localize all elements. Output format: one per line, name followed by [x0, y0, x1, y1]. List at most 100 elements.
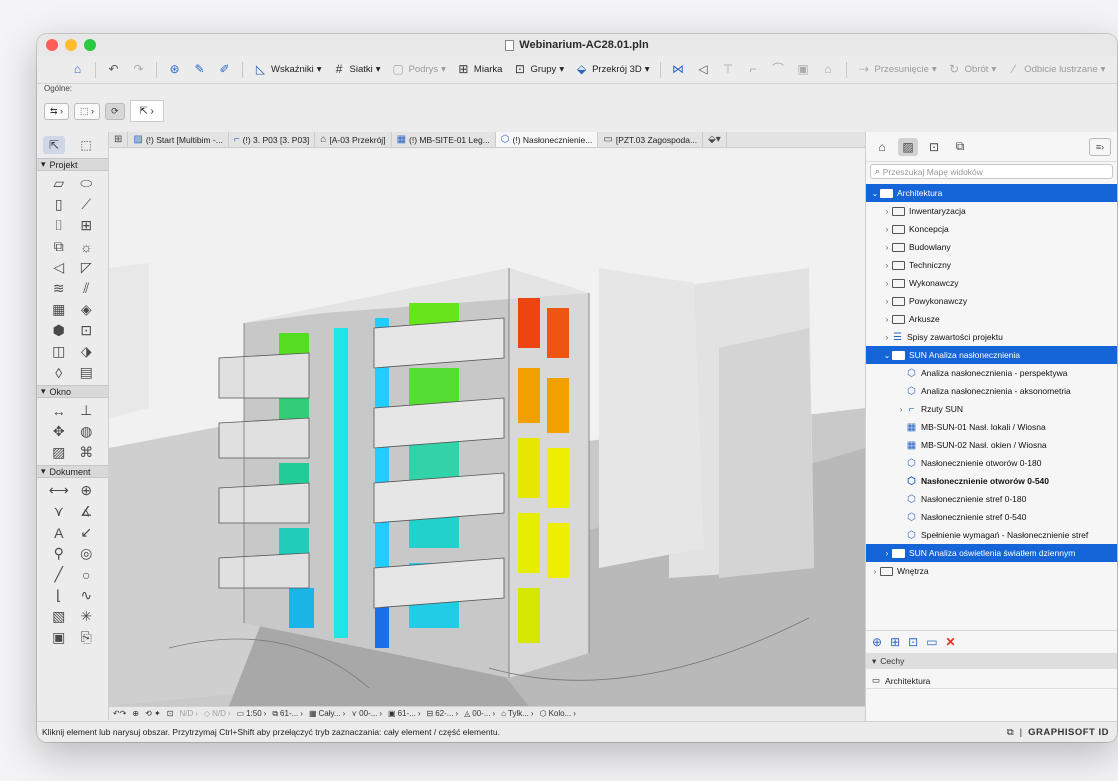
- tree-item-stref-540[interactable]: ⬡ Nasłonecznienie stref 0-540: [866, 508, 1117, 526]
- adjust-button[interactable]: ◁: [693, 60, 714, 79]
- tree-item-aksonometria[interactable]: ⬡ Analiza nasłonecznienia - aksonometria: [866, 382, 1117, 400]
- display-field[interactable]: ⌂ Tylk... ›: [501, 709, 533, 718]
- tree-item-spisy[interactable]: › ☰ Spisy zawartości projektu: [866, 328, 1117, 346]
- grids-dropdown[interactable]: # Siatki ▾: [329, 60, 384, 79]
- sun-tool-icon[interactable]: ◍: [73, 421, 101, 442]
- tree-item-mb-sun-02[interactable]: ▦ MB-SUN-02 Nasł. okien / Wiosna: [866, 436, 1117, 454]
- radial-dimension-icon[interactable]: ⋎: [45, 501, 73, 522]
- column-tool-icon[interactable]: ▯: [45, 194, 73, 215]
- roof-tool-icon[interactable]: ◁: [45, 257, 73, 278]
- maximize-button[interactable]: [84, 39, 96, 51]
- tree-item-powykonawczy[interactable]: › Powykonawczy: [866, 292, 1117, 310]
- roof-trim-button[interactable]: ⌂: [818, 60, 839, 79]
- lamp-tool-icon[interactable]: ☼: [73, 236, 101, 257]
- info-pick-button[interactable]: ⊛: [164, 60, 185, 79]
- new-view-icon[interactable]: ⊕: [872, 635, 882, 649]
- graphisoft-id[interactable]: ⧉ | GRAPHISOFT ID: [1007, 727, 1109, 738]
- door-tool-icon[interactable]: ⌷: [45, 215, 73, 236]
- project-map-icon[interactable]: ⌂: [872, 138, 892, 156]
- tab-overview[interactable]: ⊞: [109, 132, 129, 147]
- fill-tool-icon[interactable]: ▧: [45, 606, 73, 627]
- tab-mb-site[interactable]: ▦ (!) MB-SITE-01 Leg...: [392, 132, 496, 147]
- shell-tool-icon[interactable]: ◸: [73, 257, 101, 278]
- railing-tool-icon[interactable]: ⫽: [73, 278, 101, 299]
- new-folder-icon[interactable]: ⊡: [908, 635, 918, 649]
- settings-icon[interactable]: ▭: [926, 635, 937, 649]
- arrow-tool-button[interactable]: ⇱ ›: [129, 100, 164, 122]
- navigator-search[interactable]: ⌕ Przeszukaj Mapę widoków: [870, 164, 1113, 179]
- text-tool-icon[interactable]: A: [45, 522, 73, 543]
- polyline-tool-icon[interactable]: ⌊: [45, 585, 73, 606]
- redo-button[interactable]: ↷: [128, 60, 149, 79]
- color-field[interactable]: ⬡ Kolo... ›: [540, 709, 576, 718]
- angle-icon[interactable]: ∡: [73, 501, 101, 522]
- model-view-field[interactable]: ▦ Cały... ›: [309, 709, 345, 718]
- building-3d-model[interactable]: [109, 148, 865, 706]
- home-button[interactable]: ⌂: [67, 60, 88, 79]
- tree-item-koncepcja[interactable]: › Koncepcja: [866, 220, 1117, 238]
- hotspot-tool-icon[interactable]: ✳: [73, 606, 101, 627]
- image-tool-icon[interactable]: ▨: [45, 442, 73, 463]
- layer-combo-button[interactable]: ⇆ ›: [44, 102, 70, 120]
- tree-item-rzuty-sun[interactable]: › ⌐ Rzuty SUN: [866, 400, 1117, 418]
- camera-tool-icon[interactable]: ✥: [45, 421, 73, 442]
- render-tool-icon[interactable]: ⌘: [73, 442, 101, 463]
- close-button[interactable]: [46, 39, 58, 51]
- graphic-override-field[interactable]: ▣ 61-... ›: [388, 709, 420, 718]
- beam-tool-icon[interactable]: ⟋: [73, 194, 101, 215]
- eyedropper-button[interactable]: ✎: [189, 60, 210, 79]
- delete-icon[interactable]: ✕: [946, 635, 956, 649]
- nd-field-2[interactable]: ◇ N/D ›: [204, 709, 231, 718]
- tab-p03[interactable]: ⌐ (!) 3. P03 [3. P03]: [229, 132, 316, 147]
- structure-field[interactable]: ◬ 00-... ›: [464, 709, 495, 718]
- floor-trace-button[interactable]: ▢ Podrys ▾: [388, 60, 449, 79]
- orbit-button[interactable]: ⟳: [105, 102, 125, 120]
- tree-item-budowlany[interactable]: › Budowlany: [866, 238, 1117, 256]
- window-tool-icon[interactable]: ⊞: [73, 215, 101, 236]
- tab-start[interactable]: ▨ (!) Start [Multibim -...: [128, 132, 229, 147]
- orbit-nav-button[interactable]: ⟲ ✦: [145, 709, 161, 718]
- undo-view-button[interactable]: ↶↷: [113, 709, 126, 718]
- trim-button[interactable]: ⊤: [718, 60, 739, 79]
- linear-dimension-icon[interactable]: ⟷: [45, 480, 73, 501]
- drawing-tool-icon[interactable]: ⎘: [73, 627, 101, 648]
- syringe-button[interactable]: ✐: [214, 60, 235, 79]
- rotate-dropdown[interactable]: ↻ Obrót ▾: [944, 60, 1000, 79]
- stair-tool-icon[interactable]: ≋: [45, 278, 73, 299]
- pen-set-field[interactable]: ⋎ 00-... ›: [351, 709, 382, 718]
- properties-header[interactable]: ▾ Cechy: [866, 653, 1117, 669]
- mesh-tool-icon[interactable]: ◈: [73, 299, 101, 320]
- tree-item-architektura[interactable]: ⌄ Architektura: [866, 184, 1117, 202]
- offset-button[interactable]: ▣: [793, 60, 814, 79]
- nd-field-1[interactable]: N/D ›: [179, 709, 197, 718]
- renovation-field[interactable]: ⊟ 62-... ›: [427, 709, 459, 718]
- wall-end-tool-icon[interactable]: ▤: [73, 362, 101, 383]
- zone-tool-icon[interactable]: ⊡: [73, 320, 101, 341]
- tree-item-arkusze[interactable]: › Arkusze: [866, 310, 1117, 328]
- fit-button[interactable]: ⊡: [167, 709, 174, 718]
- tree-item-techniczny[interactable]: › Techniczny: [866, 256, 1117, 274]
- tree-item-inwentaryzacja[interactable]: › Inwentaryzacja: [866, 202, 1117, 220]
- object-tool-icon[interactable]: ⧉: [45, 236, 73, 257]
- dimension-tool-icon[interactable]: ↔: [45, 400, 73, 421]
- guides-dropdown[interactable]: ◺ Wskaźniki ▾: [250, 60, 325, 79]
- arrow-tool-icon[interactable]: ⇱: [43, 136, 65, 154]
- label-tool-icon[interactable]: ↙: [73, 522, 101, 543]
- level-dim-tool-icon[interactable]: ⊥: [73, 400, 101, 421]
- slab-tool-icon[interactable]: ⬭: [73, 173, 101, 194]
- tab-pzt[interactable]: ▭ [PZT.03 Zagospoda...: [598, 132, 704, 147]
- tree-item-perspektywa[interactable]: ⬡ Analiza nasłonecznienia - perspektywa: [866, 364, 1117, 382]
- angle-dimension-icon[interactable]: ⊕: [73, 480, 101, 501]
- move-dropdown[interactable]: ⇢ Przesunięcie ▾: [854, 60, 940, 79]
- tree-item-stref-180[interactable]: ⬡ Nasłonecznienie stref 0-180: [866, 490, 1117, 508]
- circle-tool-icon[interactable]: ○: [73, 564, 101, 585]
- marquee-tool-icon[interactable]: ⬚: [75, 136, 97, 154]
- figure-tool-icon[interactable]: ▣: [45, 627, 73, 648]
- view-map-icon[interactable]: ▨: [898, 137, 918, 156]
- groups-dropdown[interactable]: ⊡ Grupy ▾: [509, 60, 567, 79]
- marker-tool-icon[interactable]: ⚲: [45, 543, 73, 564]
- fill-pattern-icon[interactable]: ◎: [73, 543, 101, 564]
- layout-book-icon[interactable]: ⊡: [924, 138, 944, 156]
- tree-item-spelnienie[interactable]: ⬡ Spełnienie wymagań - Nasłonecznienie st…: [866, 526, 1117, 544]
- fillet-button[interactable]: ⌒: [768, 60, 789, 79]
